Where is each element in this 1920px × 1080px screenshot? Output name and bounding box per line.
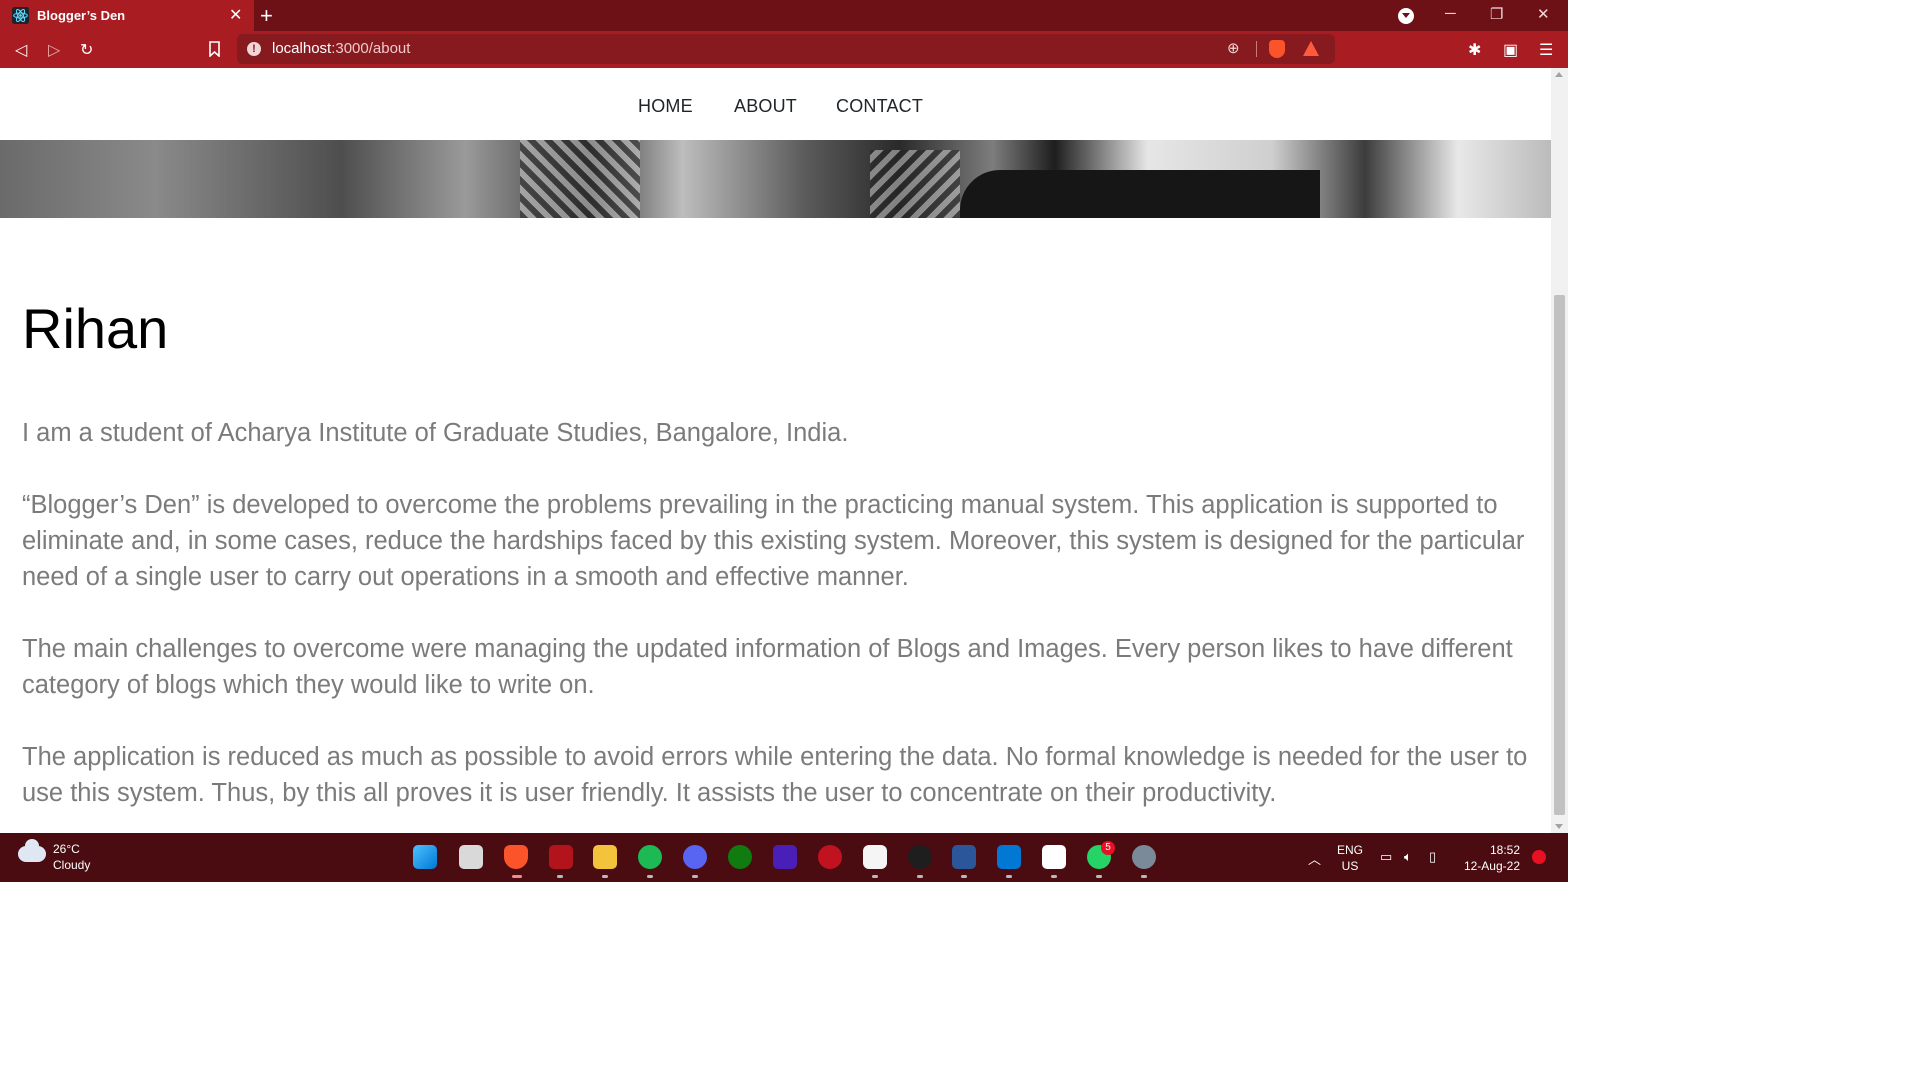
spotify-icon[interactable]: [638, 845, 662, 869]
running-app-indicator: [602, 875, 608, 878]
region-code: US: [1341, 859, 1359, 873]
task-view-icon[interactable]: [459, 845, 483, 869]
windows-taskbar: 26°C Cloudy 5 ︿ ENG US ▭ 🔈︎ ▯ 18:52 12-A…: [0, 833, 1568, 882]
about-paragraph: The main challenges to overcome were man…: [22, 635, 1513, 699]
settings-icon[interactable]: [1132, 845, 1156, 869]
running-app-indicator: [1006, 875, 1012, 878]
clock-time: 18:52: [1489, 843, 1520, 857]
scroll-up-icon[interactable]: [1555, 72, 1563, 77]
wallet-icon[interactable]: ▣: [1503, 40, 1518, 60]
menu-icon[interactable]: ☰: [1539, 40, 1553, 60]
about-heading: Rihan: [22, 297, 169, 360]
word-icon[interactable]: [952, 845, 976, 869]
running-app-indicator: [647, 875, 653, 878]
extensions-icon[interactable]: ✱: [1468, 40, 1481, 60]
nav-contact-link[interactable]: CONTACT: [836, 96, 923, 117]
app-circle-icon[interactable]: [818, 845, 842, 869]
react-favicon-icon: [12, 7, 29, 24]
windows-start-icon[interactable]: [413, 845, 437, 869]
tab-search-icon[interactable]: [1398, 8, 1414, 24]
back-icon[interactable]: ◁: [15, 40, 27, 60]
window-close-icon[interactable]: ✕: [1537, 5, 1550, 23]
running-app-indicator: [917, 875, 923, 878]
vscode-icon[interactable]: [997, 845, 1021, 869]
about-paragraph: The application is reduced as much as po…: [22, 743, 1528, 807]
volume-icon[interactable]: 🔈︎: [1404, 849, 1412, 865]
weather-temperature[interactable]: 26°C: [53, 842, 80, 856]
browser-tab-strip: Blogger’s Den ✕ + ─ ❐ ✕: [0, 0, 1568, 31]
language-code: ENG: [1337, 843, 1364, 857]
discord-icon[interactable]: [683, 845, 707, 869]
app-red-icon[interactable]: [549, 845, 573, 869]
about-paragraph: “Blogger’s Den” is developed to overcome…: [22, 491, 1525, 591]
brave-icon[interactable]: [504, 845, 528, 869]
running-app-indicator: [1141, 875, 1147, 878]
logitech-icon[interactable]: [908, 845, 932, 869]
running-app-indicator: [692, 875, 698, 878]
clock-date: 12-Aug-22: [1463, 859, 1520, 873]
scroll-down-icon[interactable]: [1555, 824, 1563, 829]
input-language-indicator[interactable]: ENG US: [1337, 842, 1363, 874]
running-app-indicator: [872, 875, 878, 878]
bookmark-icon[interactable]: [208, 41, 221, 57]
file-explorer-icon[interactable]: [593, 845, 617, 869]
scrollbar-thumb[interactable]: [1554, 295, 1565, 815]
brave-shields-icon[interactable]: [1269, 40, 1285, 58]
hero-banner-image: [0, 140, 1551, 218]
running-app-indicator: [1096, 875, 1102, 878]
page-viewport: HOME ABOUT CONTACT Rihan I am a student …: [0, 68, 1551, 833]
hero-texture: [960, 170, 1320, 218]
top-navigation: HOME ABOUT CONTACT: [0, 68, 1551, 140]
running-app-indicator: [1051, 875, 1057, 878]
xbox-icon[interactable]: [728, 845, 752, 869]
url-path: :3000/about: [331, 40, 411, 57]
nav-home-link[interactable]: HOME: [638, 96, 693, 117]
cat-app-icon[interactable]: [863, 845, 887, 869]
page-scrollbar[interactable]: [1551, 68, 1568, 833]
weather-condition[interactable]: Cloudy: [53, 858, 90, 872]
url-separator: [1256, 41, 1257, 57]
reload-icon[interactable]: ↻: [80, 40, 93, 60]
system-clock[interactable]: 18:52 12-Aug-22: [1458, 842, 1520, 874]
whatsapp-badge: 5: [1101, 841, 1115, 855]
url-host: localhost: [272, 40, 332, 57]
battery-icon[interactable]: ▯: [1429, 849, 1436, 865]
active-app-indicator: [512, 875, 522, 878]
restore-icon[interactable]: ❐: [1490, 5, 1503, 23]
notion-icon[interactable]: [1042, 845, 1066, 869]
url-text[interactable]: localhost:3000/about: [272, 40, 410, 57]
hero-texture: [520, 140, 640, 218]
amazon-music-icon[interactable]: [773, 845, 797, 869]
about-paragraph: I am a student of Acharya Institute of G…: [22, 419, 849, 447]
tab-close-icon[interactable]: ✕: [229, 5, 242, 25]
network-icon[interactable]: ▭: [1380, 849, 1392, 865]
hero-texture: [870, 150, 960, 218]
notification-icon[interactable]: [1532, 850, 1546, 864]
address-bar[interactable]: ! localhost:3000/about ⊕: [237, 34, 1335, 64]
chevron-up-icon[interactable]: ︿: [1308, 849, 1321, 868]
nav-about-link[interactable]: ABOUT: [734, 96, 797, 117]
new-tab-icon[interactable]: +: [260, 3, 273, 29]
running-app-indicator: [557, 875, 563, 878]
browser-tab-active[interactable]: Blogger’s Den ✕: [0, 0, 254, 31]
zoom-icon[interactable]: ⊕: [1227, 39, 1240, 57]
tab-title: Blogger’s Den: [37, 8, 126, 23]
minimize-icon[interactable]: ─: [1445, 5, 1456, 22]
browser-toolbar: ◁ ▷ ↻ ! localhost:3000/about ⊕ ✱ ▣ ☰: [0, 31, 1568, 68]
forward-icon[interactable]: ▷: [48, 40, 60, 60]
running-app-indicator: [961, 875, 967, 878]
cloudy-weather-icon[interactable]: [18, 839, 46, 862]
site-info-icon[interactable]: !: [247, 42, 261, 56]
brave-rewards-icon[interactable]: [1303, 41, 1319, 56]
